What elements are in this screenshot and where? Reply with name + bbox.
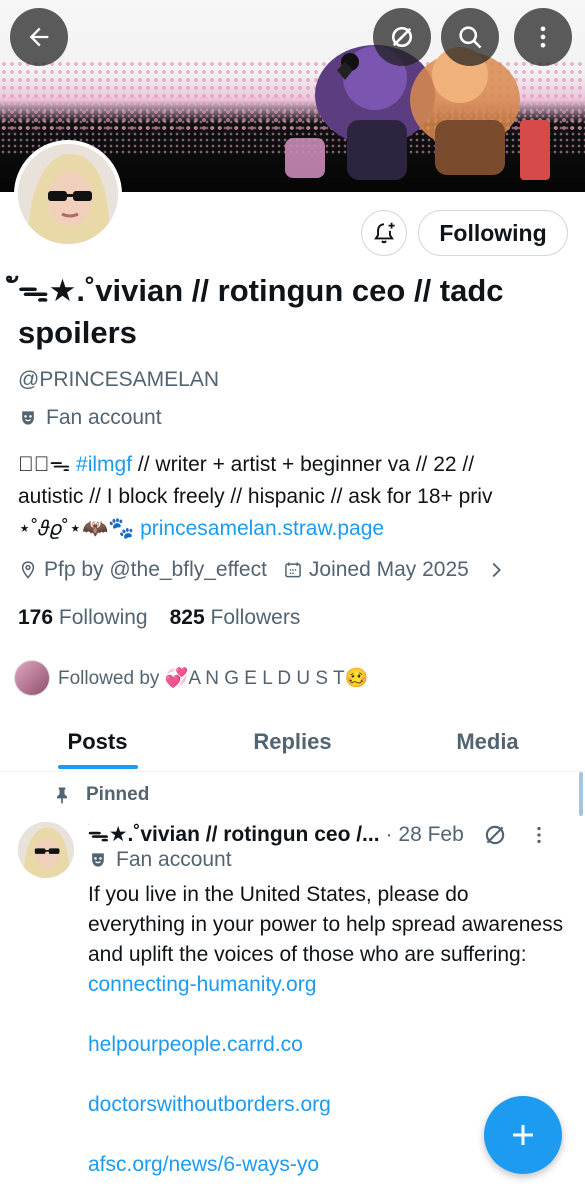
notifications-bell-button[interactable] [361, 210, 407, 256]
following-button[interactable]: Following [418, 210, 568, 256]
joined-text: Joined May 2025 [308, 558, 469, 581]
post-category-label: Fan account [116, 848, 232, 871]
followers-label: Followers [210, 606, 301, 629]
pin-icon [57, 787, 67, 804]
back-button[interactable] [10, 8, 68, 66]
followers-count-link[interactable]: 825 Followers [170, 606, 301, 630]
followers-count: 825 [169, 606, 205, 629]
following-label: Following [58, 606, 148, 629]
tab-posts[interactable]: Posts [0, 712, 195, 771]
theater-mask-icon [22, 411, 34, 425]
grok-button[interactable] [373, 8, 431, 66]
profile-bio: ❤ัᯓ #ilmgf // writer + artist + beginner… [18, 449, 573, 545]
joined-item: Joined May 2025 [283, 558, 469, 582]
search-button[interactable] [441, 8, 499, 66]
avatar-image [18, 144, 118, 244]
profile-display-name: ัᯓ★.˚vivian // rotingun ceo // tadc spoi… [18, 273, 504, 350]
bio-hashtag-link[interactable]: #ilmgf [76, 453, 132, 476]
bio-line3-prefix: ⋆˚𝜗𝜚˚⋆🦇🐾 [18, 517, 141, 540]
post-header: ัᯓ★.˚vivian // rotingun ceo /... · 28 Fe… [88, 818, 568, 851]
active-tab-indicator [57, 765, 138, 769]
post-more-icon[interactable] [528, 824, 550, 846]
location-pin-icon [21, 561, 35, 579]
bell-plus-icon [374, 222, 395, 244]
profile-tabs: Posts Replies Media [0, 712, 585, 772]
tab-replies[interactable]: Replies [195, 712, 390, 771]
follower-avatar [14, 660, 50, 696]
arrow-left-icon [29, 27, 49, 47]
theater-mask-icon [92, 853, 104, 867]
scrollbar[interactable] [579, 772, 583, 816]
profile-avatar[interactable] [14, 140, 122, 248]
tab-posts-label: Posts [67, 728, 128, 754]
profile-category: Fan account [18, 406, 162, 430]
bio-line2: autistic // I block freely // hispanic /… [18, 485, 493, 508]
profile-handle: @PRINCESAMELAN [18, 368, 220, 391]
search-icon [459, 26, 482, 49]
compose-post-button[interactable] [484, 1096, 562, 1174]
follow-counts: 176 Following 825 Followers [18, 606, 300, 630]
profile-meta: Pfp by @the_bfly_effect Joined May 2025 [18, 558, 507, 582]
post-author-name[interactable]: ัᯓ★.˚vivian // rotingun ceo /... [88, 818, 380, 851]
slash-circle-icon[interactable] [482, 822, 508, 848]
followed-by-row[interactable]: Followed by 💞A N G E L D U S T🥴 [14, 660, 368, 696]
location-item: Pfp by @the_bfly_effect [18, 558, 267, 582]
tab-media-label: Media [456, 728, 519, 754]
more-options-button[interactable] [514, 8, 572, 66]
post-author-avatar[interactable] [18, 822, 74, 878]
pinned-label: Pinned [86, 784, 150, 805]
bio-website-link[interactable]: princesamelan.straw.page [140, 517, 384, 540]
post-link-1[interactable]: connecting-humanity.org [88, 970, 568, 1000]
bio-line1-text: // writer + artist + beginner va // 22 /… [132, 453, 475, 476]
calendar-icon [285, 562, 301, 578]
tab-replies-label: Replies [253, 728, 332, 754]
plus-icon [513, 1125, 533, 1145]
more-vertical-icon [540, 26, 546, 48]
post-author-category: Fan account [88, 848, 232, 872]
post-text: If you live in the United States, please… [88, 883, 564, 966]
followed-by-text: Followed by 💞A N G E L D U S T🥴 [58, 668, 369, 689]
post-avatar-image [18, 822, 74, 878]
category-label: Fan account [46, 406, 162, 429]
slash-circle-icon [391, 26, 413, 48]
chevron-right-icon[interactable] [485, 559, 507, 581]
post-link-2[interactable]: helpourpeople.carrd.co [88, 1030, 568, 1060]
tab-media[interactable]: Media [390, 712, 585, 771]
bio-prefix: ❤ัᯓ [18, 453, 77, 476]
location-text: Pfp by @the_bfly_effect [44, 558, 267, 581]
following-count-link[interactable]: 176 Following [18, 606, 148, 630]
following-count: 176 [18, 606, 54, 629]
post-date[interactable]: · 28 Feb [386, 823, 464, 847]
pinned-indicator: Pinned [52, 784, 149, 806]
